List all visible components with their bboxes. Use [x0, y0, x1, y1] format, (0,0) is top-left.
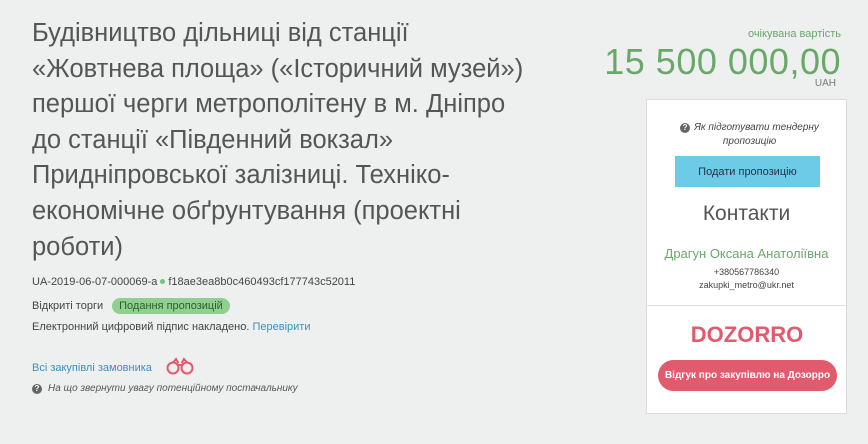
- how-to-prepare-text: Як підготувати тендерну пропозицію: [694, 122, 819, 147]
- question-circle-icon: ?: [680, 123, 691, 133]
- contact-name: Драгун Оксана Анатоліївна: [664, 246, 829, 261]
- expected-value-amount: 15 500 000,00: [604, 41, 841, 82]
- dozorro-logo-text: DOZORRO: [690, 322, 802, 347]
- tender-hash: f18ae3ea8b0c460493cf177743c52011: [168, 276, 356, 288]
- attention-row[interactable]: ? На що звернути увагу потенційному пост…: [32, 383, 298, 394]
- submit-bid-button[interactable]: Подати пропозицію: [675, 156, 820, 187]
- tender-procedure-row: Відкриті торги Подання пропозицій: [32, 298, 230, 314]
- dozorro-review-button[interactable]: Відгук про закупівлю на Дозорро: [658, 360, 837, 391]
- contact-email: zakupki_metro@ukr.net: [699, 280, 794, 290]
- question-circle-icon: ?: [32, 383, 42, 394]
- contacts-title: Контакти: [702, 202, 791, 225]
- status-badge: Подання пропозицій: [112, 298, 230, 314]
- dozorro-logo[interactable]: DOZORRO: [647, 321, 846, 347]
- expected-value-currency: UAH: [814, 78, 836, 89]
- tender-identifier: UA-2019-06-07-000069-a f18ae3ea8b0c460493…: [32, 276, 355, 288]
- attention-text: На що звернути увагу потенційному постач…: [48, 383, 298, 394]
- how-to-prepare-link[interactable]: ? Як підготувати тендерну пропозицію: [667, 121, 832, 149]
- signature-row: Електронний цифровий підпис накладено. П…: [32, 321, 310, 333]
- tender-title: Будівництво дільниці від станції «Жовтне…: [32, 19, 524, 261]
- divider: [647, 305, 846, 306]
- all-procurements-link[interactable]: Всі закупівлі замовника: [32, 362, 152, 374]
- procedure-type: Відкриті торги: [32, 300, 104, 312]
- all-procurements-row: Всі закупівлі замовника: [32, 357, 196, 378]
- expected-value-label: очікувана вартість: [747, 28, 841, 40]
- side-panel: ? Як підготувати тендерну пропозицію Пода…: [646, 99, 847, 414]
- contact-phone: +380567786340: [713, 267, 780, 277]
- status-dot-icon: [160, 279, 166, 285]
- tender-id: UA-2019-06-07-000069-a: [32, 276, 158, 288]
- verify-signature-link[interactable]: Перевірити: [252, 321, 310, 333]
- signature-text: Електронний цифровий підпис накладено.: [32, 321, 250, 333]
- binoculars-icon[interactable]: [164, 357, 196, 378]
